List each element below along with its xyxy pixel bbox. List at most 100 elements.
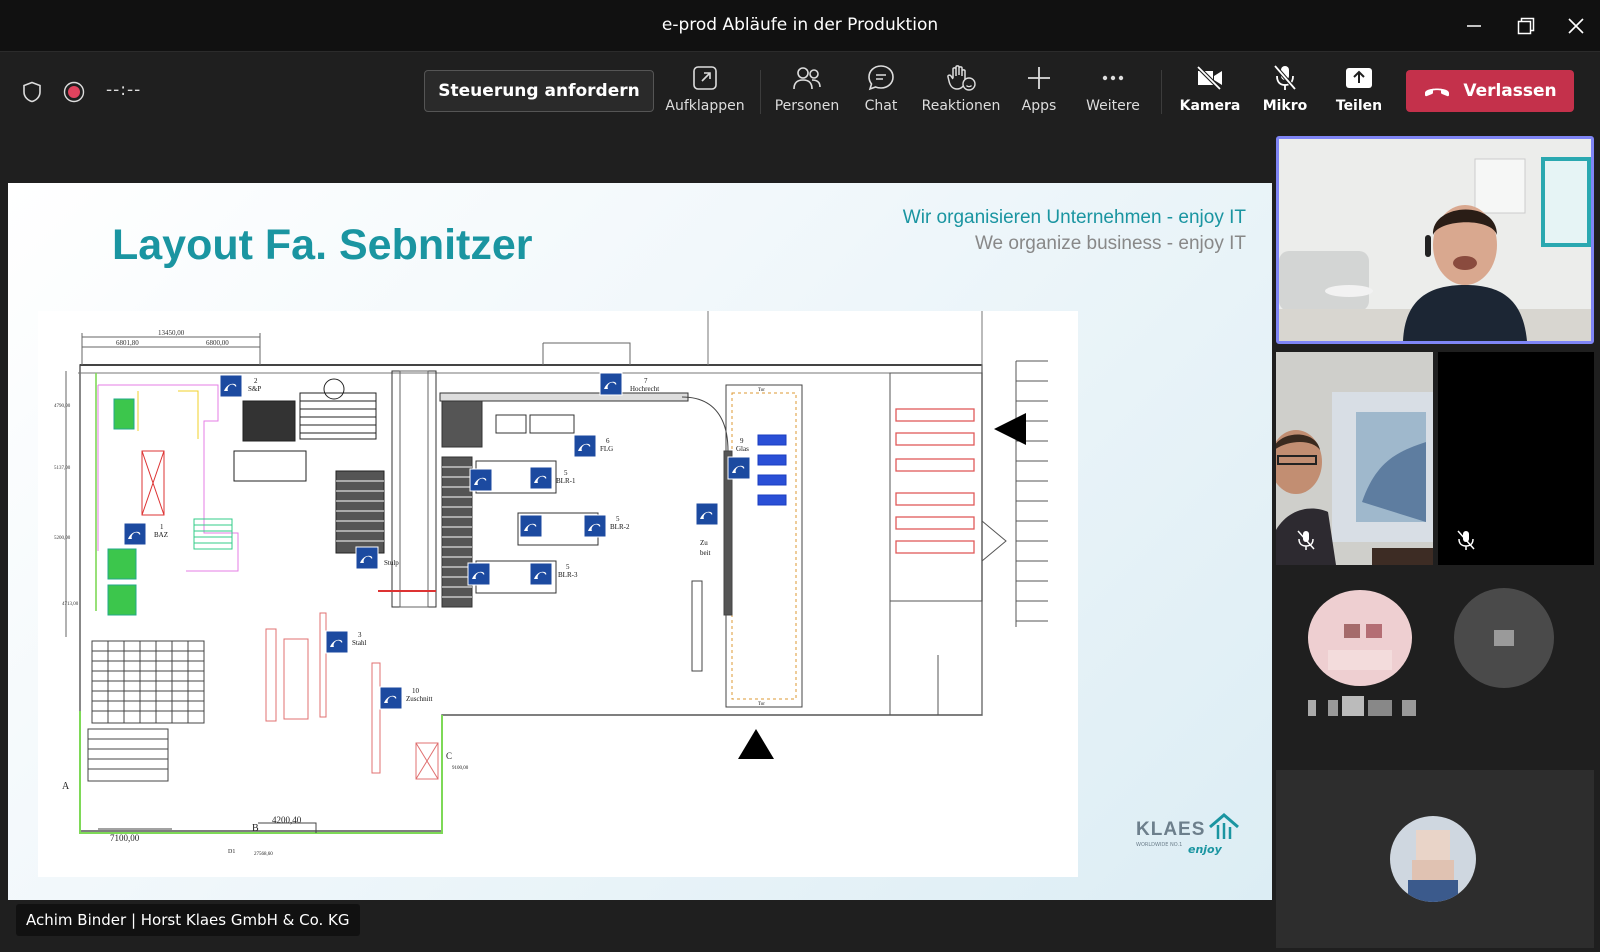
station-stahl-number: 3 (358, 631, 362, 639)
slide-tagline-en: We organize business - enjoy IT (974, 233, 1246, 254)
pop-out-icon (690, 62, 720, 94)
share-button[interactable]: Teilen (1314, 62, 1404, 124)
station-baz-label: BAZ (154, 531, 168, 539)
people-label: Personen (774, 98, 840, 114)
station-marker[interactable] (379, 686, 403, 710)
logo-enjoy: enjoy (1188, 843, 1222, 856)
reactions-label: Reaktionen (921, 98, 1001, 114)
call-timer: --:-- (106, 80, 142, 100)
klaes-logo: KLAES WORLDWIDE NO.1 enjoy (1136, 813, 1246, 863)
station-sp-label: S&P (248, 385, 261, 393)
station-marker[interactable] (599, 372, 623, 396)
station-zu-label-2: beit (700, 549, 711, 557)
restore-icon[interactable] (1504, 10, 1548, 42)
letter-b: B (252, 823, 259, 834)
station-markers (123, 372, 751, 710)
pop-out-button[interactable]: Aufklappen (660, 62, 750, 124)
dim-left-3: 5200,00 (54, 536, 71, 541)
letter-d: D1 (228, 849, 235, 855)
dim-b2: 4200,40 (272, 815, 302, 825)
avatar-pixelated-image (1408, 830, 1458, 902)
close-icon[interactable] (1554, 10, 1598, 42)
chat-button[interactable]: Chat (836, 62, 926, 124)
door-label-1: Tor (758, 388, 765, 393)
station-marker[interactable] (355, 546, 379, 570)
participant-avatar (1390, 816, 1476, 902)
station-blr3-number: 5 (566, 563, 570, 571)
hang-up-icon (1425, 88, 1450, 97)
reactions-button[interactable]: Reaktionen (916, 62, 1006, 124)
letter-c: C (446, 751, 452, 761)
camera-off-icon (1195, 62, 1225, 94)
station-marker[interactable] (529, 562, 553, 586)
mic-label: Mikro (1262, 98, 1308, 114)
station-marker[interactable] (573, 434, 597, 458)
raise-hand-icon (946, 62, 976, 94)
floor-plan: 13450,00 6801,80 6800,00 4790,00 5137,00… (38, 311, 1078, 877)
presenter-name-label: Achim Binder | Horst Klaes GmbH & Co. KG (16, 904, 360, 936)
station-marker[interactable] (219, 374, 243, 398)
station-marker[interactable] (467, 562, 491, 586)
participant-tile[interactable] (1276, 770, 1594, 948)
share-icon (1344, 62, 1374, 94)
slide-tagline-de: Wir organisieren Unternehmen - enjoy IT (902, 207, 1246, 228)
station-blr3-label: BLR-3 (558, 571, 578, 579)
chat-icon (866, 62, 896, 94)
request-control-button[interactable]: Steuerung anfordern (424, 70, 654, 112)
leave-label: Verlassen (1463, 81, 1557, 101)
station-blr2-number: 5 (616, 515, 620, 523)
station-marker[interactable] (519, 514, 543, 538)
more-button[interactable]: Weitere (1068, 62, 1158, 124)
station-hk-number: 7 (644, 377, 648, 385)
station-marker[interactable] (695, 502, 719, 526)
dim-top: 13450,00 (158, 329, 185, 337)
mic-off-icon (1457, 530, 1475, 550)
door-label-2: Tor (758, 702, 765, 707)
station-marker[interactable] (123, 522, 147, 546)
minimize-icon[interactable] (1452, 10, 1496, 42)
station-blr2-label: BLR-2 (610, 523, 630, 531)
station-sp-number: 2 (254, 377, 258, 385)
participant-video[interactable] (1276, 352, 1433, 565)
mic-off-icon (1270, 62, 1300, 94)
window-title: e-prod Abläufe in der Produktion (661, 15, 939, 35)
participant-avatar[interactable] (1454, 588, 1554, 688)
house-logo-icon (1209, 813, 1239, 839)
dim-left-1: 4790,00 (54, 404, 71, 409)
mic-off-icon (1297, 530, 1315, 550)
station-zuschnitt-label: Zuschnitt (406, 695, 432, 703)
dim-b: 6800,00 (206, 339, 229, 347)
station-marker[interactable] (529, 466, 553, 490)
station-glas-label: Glas (736, 445, 749, 453)
station-flg-label: FLG (600, 445, 613, 453)
chat-label: Chat (864, 98, 898, 114)
station-blr1-label: BLR-1 (556, 477, 576, 485)
dim-left-4: 4713,00 (62, 602, 79, 607)
participant-avatar[interactable] (1308, 590, 1412, 686)
station-baz-number: 1 (160, 523, 164, 531)
more-label: Weitere (1086, 98, 1140, 114)
station-marker[interactable] (325, 630, 349, 654)
dim-a: 6801,80 (116, 339, 139, 347)
station-marker[interactable] (469, 468, 493, 492)
shield-icon[interactable] (20, 80, 44, 104)
participant-video-off[interactable] (1438, 352, 1594, 565)
leave-button[interactable]: Verlassen (1406, 70, 1574, 112)
station-zuschnitt-number: 10 (412, 687, 420, 695)
avatar-pixelated-image (1494, 630, 1514, 646)
station-hk-label: Hochrecht (630, 385, 659, 393)
station-marker[interactable] (727, 456, 751, 480)
logo-sub: WORLDWIDE NO.1 (1136, 842, 1183, 848)
participants-gallery (1272, 132, 1600, 952)
recording-icon (62, 80, 86, 104)
apps-label: Apps (1021, 98, 1057, 114)
station-stulp-label: Stulp (384, 559, 399, 567)
title-bar: e-prod Abläufe in der Produktion (0, 0, 1600, 52)
participant-name-pixelated (1308, 696, 1416, 716)
station-marker[interactable] (583, 514, 607, 538)
share-label: Teilen (1335, 98, 1383, 114)
logo-name: KLAES (1136, 819, 1206, 840)
letter-a: A (62, 781, 70, 792)
dim-c: 27568,60 (254, 852, 273, 857)
active-speaker-video[interactable] (1276, 136, 1594, 344)
